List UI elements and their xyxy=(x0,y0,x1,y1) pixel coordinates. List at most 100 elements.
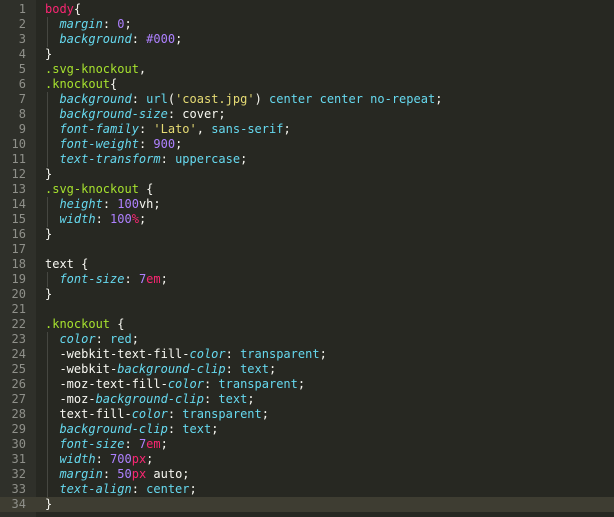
line-number: 25 xyxy=(11,362,26,376)
code-token: ; xyxy=(247,392,255,406)
line-number: 9 xyxy=(18,122,26,136)
code-token: ( xyxy=(167,92,176,106)
code-token: { xyxy=(73,257,89,271)
code-token: width xyxy=(59,212,96,226)
code-token: center center no-repeat xyxy=(269,92,436,106)
code-editor[interactable]: 1 body{2 margin: 0; 3 background: #000; 4} 5… xyxy=(0,0,614,517)
code-token: color xyxy=(189,347,226,361)
line-number: 14 xyxy=(11,197,26,211)
line-number: 33 xyxy=(11,482,26,496)
code-token: 'Lato' xyxy=(153,122,197,136)
code-text: .knockout{ xyxy=(45,77,117,92)
code-token: : xyxy=(131,92,147,106)
code-token: ; xyxy=(261,407,269,421)
code-token: .knockout xyxy=(45,77,111,91)
code-token: } xyxy=(45,287,53,301)
code-text: text { xyxy=(45,257,88,272)
line-number: 24 xyxy=(11,347,26,361)
code-token: % xyxy=(131,212,139,226)
code-token: ; xyxy=(153,197,161,211)
code-token: 50 xyxy=(117,467,132,481)
code-token: font-family xyxy=(59,122,139,136)
code-token: : xyxy=(167,422,183,436)
code-token: -moz-text-fill- xyxy=(59,377,168,391)
line-number: 8 xyxy=(18,107,26,121)
code-text: width: 700px; xyxy=(45,452,153,467)
code-token: ; xyxy=(160,437,168,451)
code-token: ; xyxy=(268,362,277,376)
line-number: 26 xyxy=(11,377,26,391)
code-text: text-fill-color: transparent; xyxy=(45,407,269,422)
code-token: px xyxy=(131,467,147,481)
code-token: font-size xyxy=(59,272,125,286)
code-token: width xyxy=(59,452,96,466)
code-token: color xyxy=(131,407,168,421)
code-token: 700 xyxy=(110,452,132,466)
indent-guide xyxy=(47,197,48,227)
code-text: text-transform: uppercase; xyxy=(45,152,247,167)
indent-guide xyxy=(47,92,48,167)
code-text: width: 100%; xyxy=(45,212,146,227)
code-token: : xyxy=(102,197,118,211)
code-token: ; xyxy=(131,332,139,346)
code-token: center xyxy=(146,482,190,496)
code-token: url xyxy=(146,92,168,106)
code-token: : xyxy=(102,17,118,31)
code-token: cover xyxy=(182,107,219,121)
code-text: background: #000; xyxy=(45,32,182,47)
code-token: : xyxy=(95,452,111,466)
code-token: : xyxy=(225,347,241,361)
code-token: #000 xyxy=(146,32,176,46)
code-token: : xyxy=(167,407,183,421)
code-token: px xyxy=(131,452,147,466)
code-token: red xyxy=(110,332,132,346)
code-token: background-clip xyxy=(117,362,226,376)
line-number: 17 xyxy=(11,242,26,256)
code-token: background-clip xyxy=(95,392,204,406)
code-token: { xyxy=(138,182,154,196)
code-text: background-size: cover; xyxy=(45,107,225,122)
code-text: margin: 0; xyxy=(45,17,132,32)
code-token: ; xyxy=(175,32,183,46)
code-token: background xyxy=(59,32,132,46)
code-token: ) xyxy=(254,92,270,106)
code-token: auto xyxy=(146,467,183,481)
code-token: ; xyxy=(240,152,248,166)
code-token: : xyxy=(95,212,111,226)
line-number: 23 xyxy=(11,332,26,346)
code-token: em xyxy=(146,272,161,286)
code-token: 100 xyxy=(117,197,139,211)
code-token: sans-serif xyxy=(211,122,284,136)
line-number: 2 xyxy=(18,17,26,31)
line-number: 10 xyxy=(11,137,26,151)
code-token: ; xyxy=(146,452,154,466)
line-number: 15 xyxy=(11,212,26,226)
line-number: 29 xyxy=(11,422,26,436)
code-token: } xyxy=(45,497,53,511)
code-token: transparent xyxy=(218,377,298,391)
code-token: .svg-knockout xyxy=(45,62,139,76)
code-token: : xyxy=(124,437,139,451)
code-token: height xyxy=(59,197,103,211)
code-text: font-size: 7em; xyxy=(45,437,168,452)
code-token: background-clip xyxy=(59,422,168,436)
code-text: -moz-background-clip: text; xyxy=(45,392,255,407)
code-text: } xyxy=(45,227,52,242)
code-token: ; xyxy=(435,92,443,106)
code-token: : xyxy=(95,332,111,346)
code-token: : xyxy=(203,377,219,391)
code-token: .svg-knockout xyxy=(45,182,139,196)
code-token: background xyxy=(59,92,132,106)
code-token: 0 xyxy=(117,17,125,31)
code-text: font-family: 'Lato', sans-serif; xyxy=(45,122,290,137)
current-line-highlight xyxy=(0,497,614,512)
line-number: 3 xyxy=(18,32,26,46)
code-token: vh xyxy=(138,197,154,211)
code-token: ; xyxy=(138,212,147,226)
code-token: ; xyxy=(124,17,132,31)
line-number: 13 xyxy=(11,182,26,196)
code-text: -moz-text-fill-color: transparent; xyxy=(45,377,305,392)
code-token: -moz- xyxy=(59,392,96,406)
code-text: } xyxy=(45,287,52,302)
line-number: 12 xyxy=(11,167,26,181)
